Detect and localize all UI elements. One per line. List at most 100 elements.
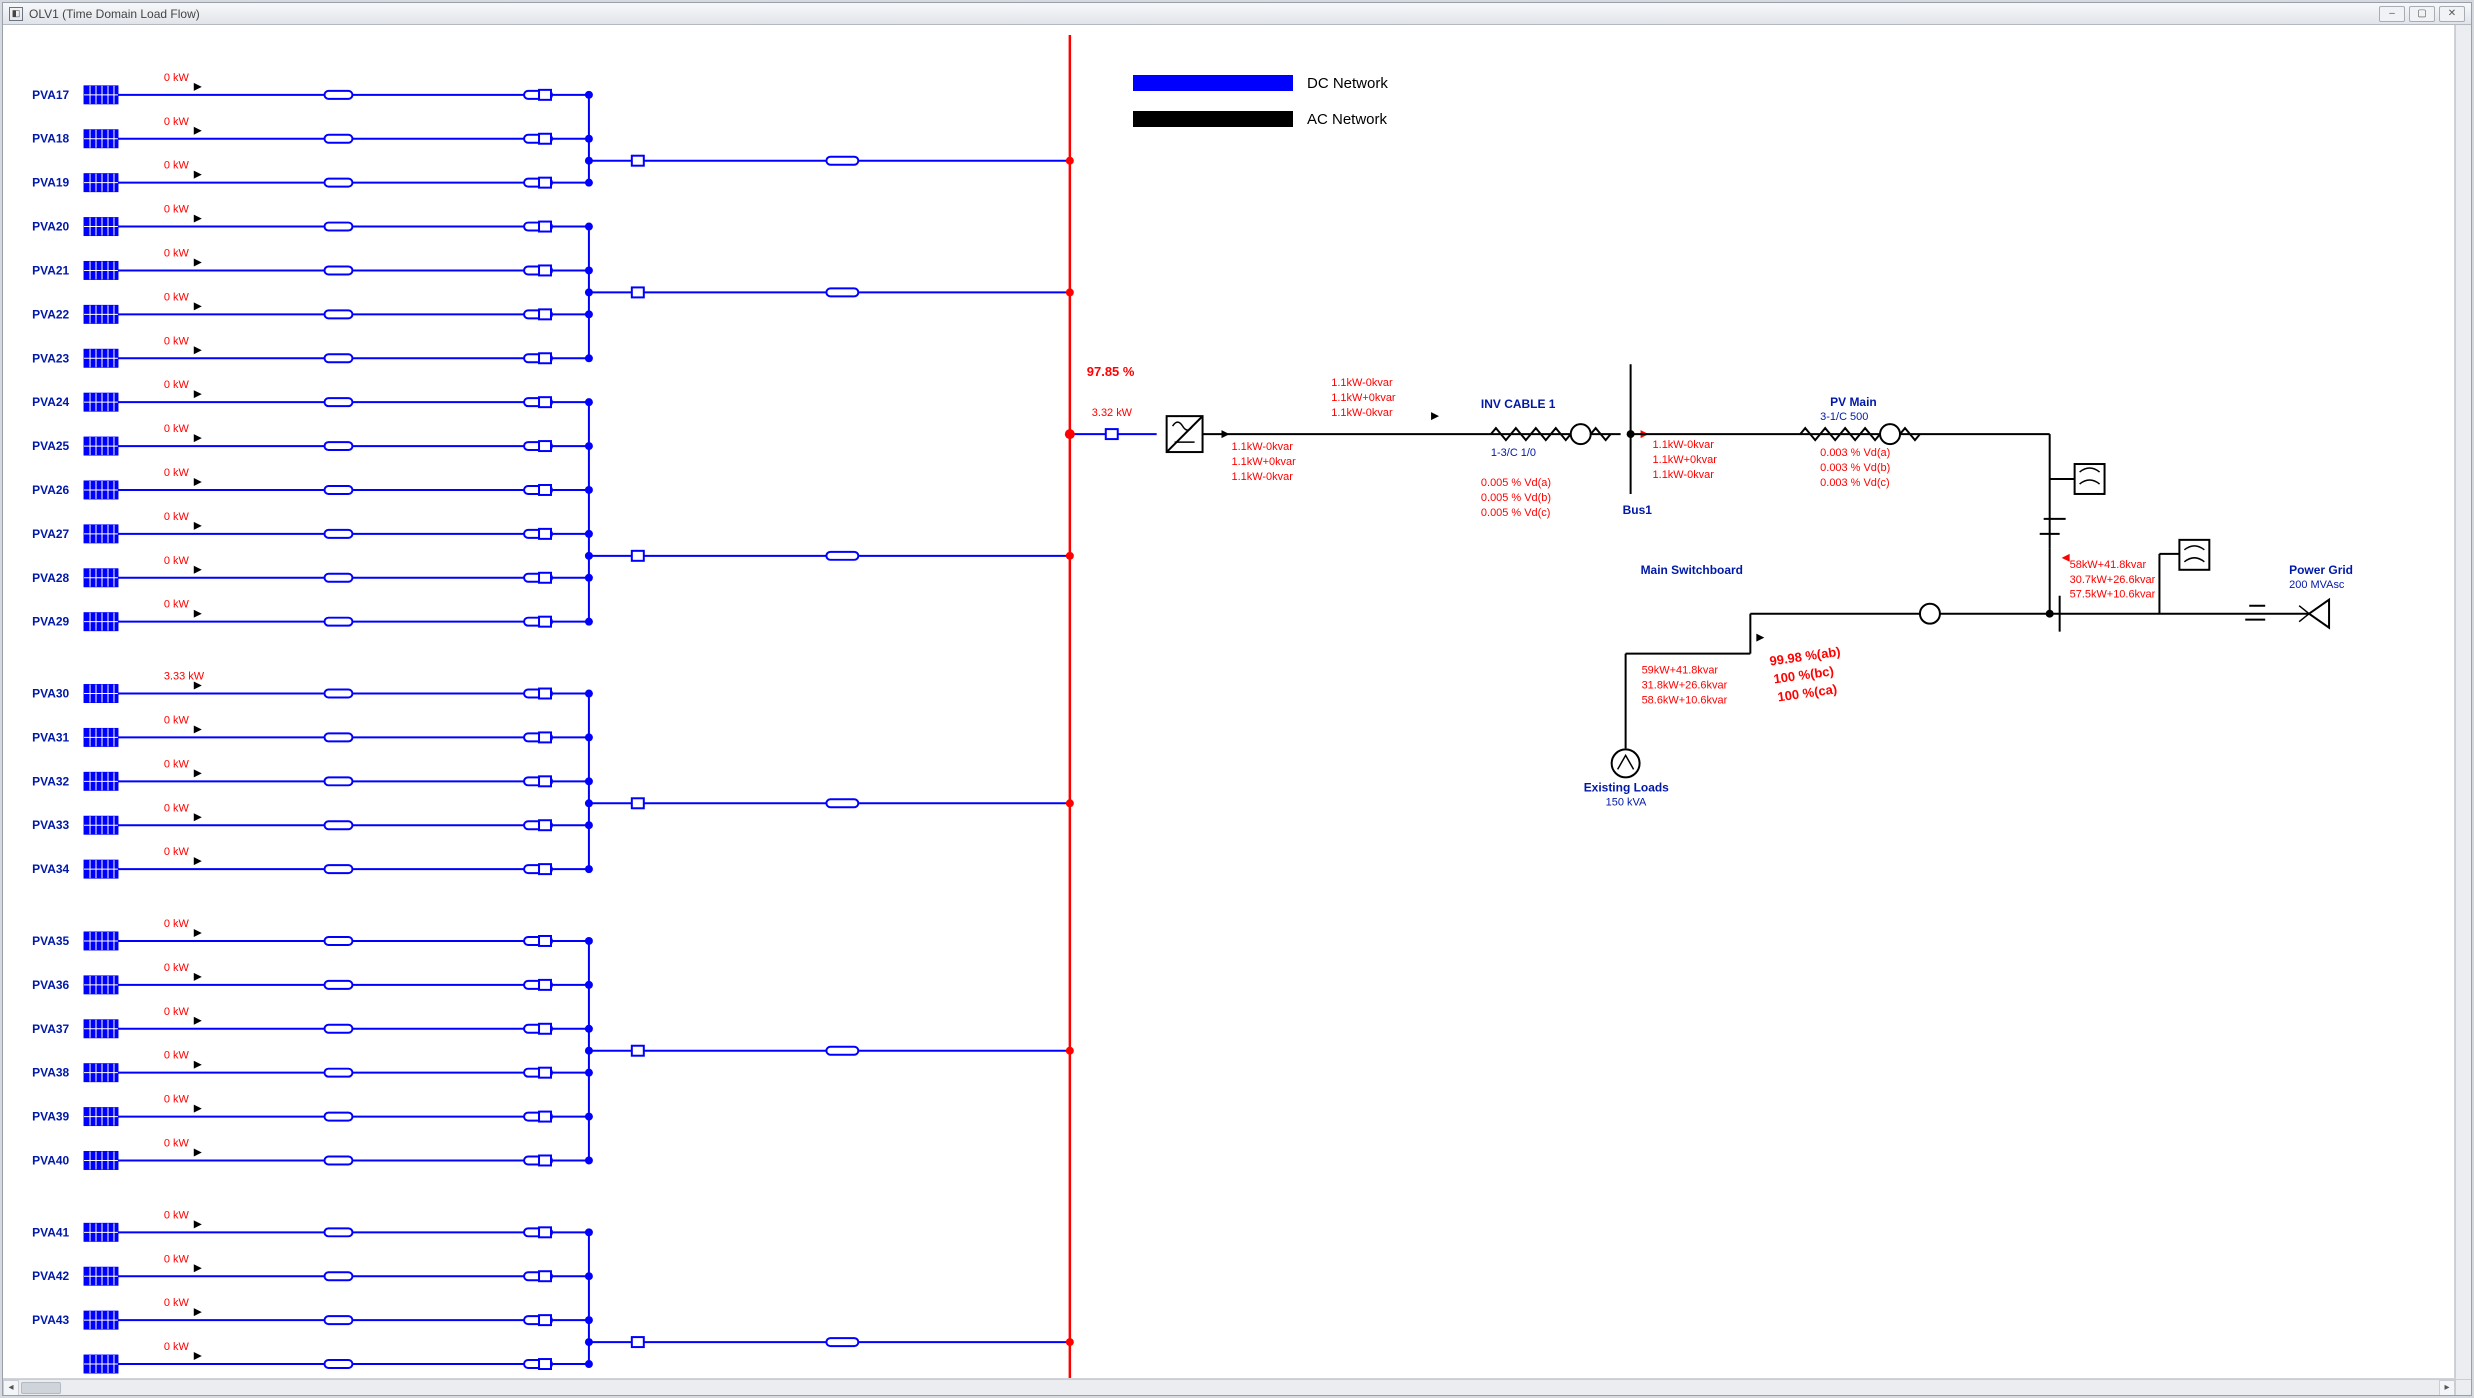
- client-area: PVA17 0 kW PVA18 0 kW PVA19 0 kW PVA20 0 kW PVA2…: [3, 25, 2471, 1395]
- svg-text:PVA24: PVA24: [32, 395, 69, 409]
- svg-text:97.85 %: 97.85 %: [1087, 364, 1135, 379]
- svg-text:PVA29: PVA29: [32, 615, 69, 629]
- hscroll-track[interactable]: [19, 1380, 2439, 1395]
- svg-text:3-1/C 500: 3-1/C 500: [1820, 411, 1868, 423]
- svg-text:PVA25: PVA25: [32, 439, 69, 453]
- legend-ac-swatch: [1133, 111, 1293, 127]
- svg-text:150 kVA: 150 kVA: [1606, 796, 1647, 808]
- legend-dc-label: DC Network: [1307, 75, 1388, 92]
- titlebar[interactable]: ◧ OLV1 (Time Domain Load Flow) – ▢ ✕: [3, 3, 2471, 25]
- maximize-button[interactable]: ▢: [2409, 6, 2435, 22]
- svg-text:0 kW: 0 kW: [164, 802, 190, 814]
- svg-text:PVA28: PVA28: [32, 571, 69, 585]
- svg-text:0 kW: 0 kW: [164, 758, 190, 770]
- svg-text:PVA19: PVA19: [32, 176, 69, 190]
- svg-text:0.003 % Vd(b): 0.003 % Vd(b): [1820, 462, 1890, 474]
- svg-text:0 kW: 0 kW: [164, 555, 190, 567]
- svg-text:0 kW: 0 kW: [164, 918, 190, 930]
- svg-text:0 kW: 0 kW: [164, 714, 190, 726]
- svg-text:3.32 kW: 3.32 kW: [1092, 407, 1133, 419]
- svg-text:PVA40: PVA40: [32, 1153, 69, 1167]
- svg-text:0 kW: 0 kW: [164, 1341, 190, 1353]
- diagram-canvas[interactable]: PVA17 0 kW PVA18 0 kW PVA19 0 kW PVA20 0 kW PVA2…: [3, 25, 2455, 1379]
- svg-text:PVA26: PVA26: [32, 483, 69, 497]
- vertical-scrollbar[interactable]: [2455, 25, 2471, 1379]
- diagram-svg: PVA17 0 kW PVA18 0 kW PVA19 0 kW PVA20 0 kW PVA2…: [3, 25, 2454, 1378]
- svg-text:PVA35: PVA35: [32, 934, 69, 948]
- svg-text:0 kW: 0 kW: [164, 1006, 190, 1018]
- svg-text:PVA41: PVA41: [32, 1225, 69, 1239]
- svg-text:1.1kW+0kvar: 1.1kW+0kvar: [1231, 456, 1296, 468]
- svg-text:PVA34: PVA34: [32, 862, 69, 876]
- svg-text:0 kW: 0 kW: [164, 160, 190, 172]
- svg-text:PVA36: PVA36: [32, 978, 69, 992]
- scroll-right-button[interactable]: ▸: [2439, 1380, 2455, 1396]
- svg-text:PVA27: PVA27: [32, 527, 69, 541]
- svg-text:1.1kW-0kvar: 1.1kW-0kvar: [1331, 407, 1393, 419]
- svg-text:1-3/C 1/0: 1-3/C 1/0: [1491, 447, 1536, 459]
- svg-text:PVA33: PVA33: [32, 818, 69, 832]
- svg-text:1.1kW-0kvar: 1.1kW-0kvar: [1653, 469, 1715, 481]
- svg-text:200 MVAsc: 200 MVAsc: [2289, 579, 2345, 591]
- scroll-left-button[interactable]: ◂: [3, 1380, 19, 1396]
- svg-text:31.8kW+26.6kvar: 31.8kW+26.6kvar: [1642, 680, 1728, 692]
- svg-text:1.1kW-0kvar: 1.1kW-0kvar: [1231, 471, 1293, 483]
- svg-text:0 kW: 0 kW: [164, 467, 190, 479]
- svg-text:PVA43: PVA43: [32, 1313, 69, 1327]
- svg-text:0 kW: 0 kW: [164, 72, 190, 84]
- svg-text:INV CABLE 1: INV CABLE 1: [1481, 397, 1556, 411]
- svg-text:Existing Loads: Existing Loads: [1584, 780, 1669, 794]
- svg-text:1.1kW-0kvar: 1.1kW-0kvar: [1231, 441, 1293, 453]
- scroll-corner: [2455, 1379, 2471, 1395]
- svg-text:PV Main: PV Main: [1830, 395, 1877, 409]
- svg-text:PVA22: PVA22: [32, 307, 69, 321]
- svg-text:0 kW: 0 kW: [164, 511, 190, 523]
- svg-text:1.1kW+0kvar: 1.1kW+0kvar: [1331, 392, 1396, 404]
- close-button[interactable]: ✕: [2439, 6, 2465, 22]
- horizontal-scrollbar[interactable]: ◂ ▸: [3, 1379, 2455, 1395]
- svg-text:Bus1: Bus1: [1623, 503, 1653, 517]
- svg-text:0 kW: 0 kW: [164, 1209, 190, 1221]
- svg-text:PVA18: PVA18: [32, 132, 69, 146]
- minimize-button[interactable]: –: [2379, 6, 2405, 22]
- svg-text:0.005 % Vd(a): 0.005 % Vd(a): [1481, 477, 1551, 489]
- svg-text:0.003 % Vd(c): 0.003 % Vd(c): [1820, 477, 1890, 489]
- svg-text:0 kW: 0 kW: [164, 291, 190, 303]
- svg-text:PVA39: PVA39: [32, 1110, 69, 1124]
- svg-text:0 kW: 0 kW: [164, 423, 190, 435]
- svg-text:58.6kW+10.6kvar: 58.6kW+10.6kvar: [1642, 694, 1728, 706]
- svg-text:0.005 % Vd(c): 0.005 % Vd(c): [1481, 507, 1551, 519]
- svg-text:Power Grid: Power Grid: [2289, 563, 2353, 577]
- svg-text:PVA42: PVA42: [32, 1269, 69, 1283]
- svg-text:PVA30: PVA30: [32, 687, 69, 701]
- svg-text:0 kW: 0 kW: [164, 335, 190, 347]
- svg-text:0 kW: 0 kW: [164, 1138, 190, 1150]
- svg-text:0 kW: 0 kW: [164, 599, 190, 611]
- svg-text:1.1kW-0kvar: 1.1kW-0kvar: [1653, 439, 1715, 451]
- svg-text:0 kW: 0 kW: [164, 962, 190, 974]
- svg-text:PVA20: PVA20: [32, 220, 69, 234]
- svg-text:0 kW: 0 kW: [164, 379, 190, 391]
- svg-text:PVA21: PVA21: [32, 263, 69, 277]
- svg-text:3.33 kW: 3.33 kW: [164, 671, 205, 683]
- svg-text:0 kW: 0 kW: [164, 247, 190, 259]
- svg-text:0 kW: 0 kW: [164, 846, 190, 858]
- svg-text:0 kW: 0 kW: [164, 204, 190, 216]
- svg-text:59kW+41.8kvar: 59kW+41.8kvar: [1642, 665, 1719, 677]
- legend-ac-label: AC Network: [1307, 111, 1387, 128]
- svg-text:0 kW: 0 kW: [164, 1297, 190, 1309]
- window-title: OLV1 (Time Domain Load Flow): [29, 7, 200, 21]
- svg-text:0.003 % Vd(a): 0.003 % Vd(a): [1820, 447, 1890, 459]
- svg-text:0.005 % Vd(b): 0.005 % Vd(b): [1481, 492, 1551, 504]
- app-window: ◧ OLV1 (Time Domain Load Flow) – ▢ ✕ PVA…: [2, 2, 2472, 1396]
- svg-text:PVA32: PVA32: [32, 774, 69, 788]
- hscroll-thumb[interactable]: [21, 1382, 61, 1394]
- svg-text:Main Switchboard: Main Switchboard: [1641, 563, 1743, 577]
- svg-text:PVA31: PVA31: [32, 730, 69, 744]
- legend: DC Network AC Network: [1133, 65, 1388, 137]
- svg-text:PVA17: PVA17: [32, 88, 69, 102]
- svg-text:1.1kW-0kvar: 1.1kW-0kvar: [1331, 377, 1393, 389]
- legend-dc-swatch: [1133, 75, 1293, 91]
- svg-text:0 kW: 0 kW: [164, 116, 190, 128]
- svg-text:0 kW: 0 kW: [164, 1094, 190, 1106]
